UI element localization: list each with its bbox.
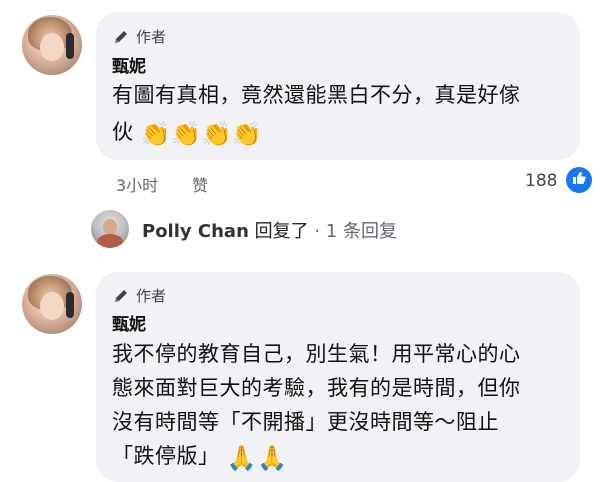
comment-text-line-4-content: 「跌停版」	[112, 444, 220, 468]
comment-text-line-3: 沒有時間等「不開播」更沒時間等～阻止	[112, 410, 499, 434]
author-badge: 作者	[112, 26, 166, 47]
reply-author-name: Polly Chan	[142, 221, 249, 242]
comment-text-line-2: 態來面對巨大的考驗，我有的是時間，但你	[112, 376, 521, 400]
pen-icon	[112, 28, 130, 46]
pen-icon	[112, 287, 130, 305]
comment-author-name[interactable]: 甄妮	[112, 310, 146, 335]
author-badge-label: 作者	[136, 28, 167, 46]
clap-icon: 👏	[171, 120, 202, 148]
view-replies-link[interactable]: Polly Chan 回复了 · 1 条回复	[142, 217, 397, 243]
comment-text-line-1: 我不停的教育自己，別生氣！用平常心的心	[112, 342, 521, 366]
author-avatar[interactable]	[22, 274, 82, 334]
praying-hands-icon: 🙏	[257, 444, 288, 472]
comment-timestamp[interactable]: 3小时	[116, 172, 158, 196]
clap-icon: 👏	[140, 120, 172, 148]
comment-text-line-1: 有圖有真相，竟然還能黑白不分，真是好傢	[112, 83, 521, 107]
like-count[interactable]: 188	[525, 171, 557, 191]
thumbs-up-icon	[571, 170, 587, 190]
clap-icon: 👏	[231, 120, 263, 148]
reply-count: · 1 条回复	[314, 221, 397, 242]
author-badge: 作者	[112, 285, 166, 306]
comment-text-line-2-content: 伙	[112, 120, 134, 144]
reply-avatar[interactable]	[91, 210, 129, 248]
author-avatar[interactable]	[22, 15, 82, 75]
like-button[interactable]: 赞	[192, 172, 208, 196]
clap-icon: 👏	[201, 120, 232, 148]
praying-hands-icon: 🙏	[226, 444, 258, 472]
author-badge-label: 作者	[136, 287, 167, 305]
reply-action: 回复了	[254, 221, 309, 242]
comment-author-name[interactable]: 甄妮	[112, 52, 146, 77]
like-reaction-badge[interactable]	[566, 167, 592, 193]
comment-text-line-2: 伙 👏👏👏👏	[112, 115, 262, 150]
